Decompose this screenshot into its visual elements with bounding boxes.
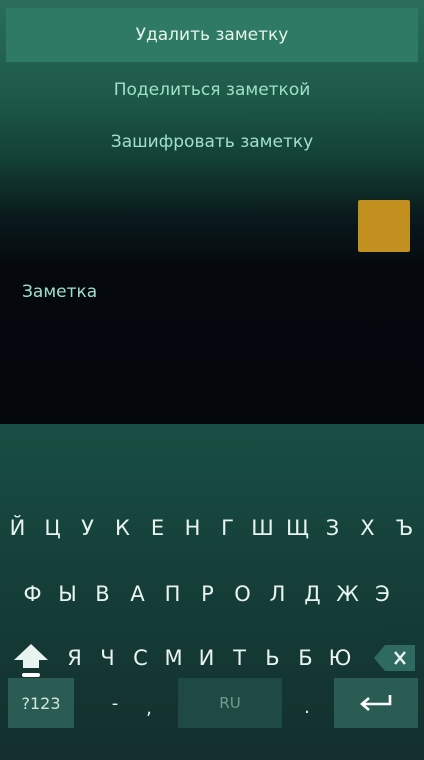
space-key[interactable]: RU bbox=[178, 678, 282, 728]
key[interactable]: Л bbox=[260, 566, 295, 622]
note-color-button[interactable] bbox=[358, 200, 410, 252]
period-key[interactable]: . bbox=[292, 678, 322, 728]
key[interactable]: Ы bbox=[50, 566, 85, 622]
key[interactable]: А bbox=[120, 566, 155, 622]
delete-note-menu-item[interactable]: Удалить заметку bbox=[6, 8, 418, 62]
key[interactable]: Р bbox=[190, 566, 225, 622]
key[interactable]: Й bbox=[0, 500, 35, 556]
symbols-key[interactable]: ?123 bbox=[8, 678, 74, 728]
share-note-menu-item[interactable]: Поделиться заметкой bbox=[0, 70, 424, 110]
key[interactable]: Щ bbox=[280, 500, 315, 556]
key[interactable]: Г bbox=[210, 500, 245, 556]
key[interactable]: У bbox=[70, 500, 105, 556]
note-text-field[interactable]: Заметка bbox=[22, 282, 97, 302]
keyboard-row-1: Й Ц У К Е Н Г Ш Щ З Х Ъ bbox=[0, 500, 424, 556]
key[interactable]: Д bbox=[295, 566, 330, 622]
key[interactable]: Х bbox=[350, 500, 385, 556]
enter-icon bbox=[360, 695, 392, 711]
dash-key[interactable]: - bbox=[100, 678, 130, 728]
delete-note-label: Удалить заметку bbox=[135, 25, 289, 45]
key[interactable]: Е bbox=[140, 500, 175, 556]
encrypt-note-label: Зашифровать заметку bbox=[110, 132, 314, 152]
share-note-label: Поделиться заметкой bbox=[113, 80, 311, 100]
key[interactable]: Э bbox=[365, 566, 400, 622]
keyboard-row-2: Ф Ы В А П Р О Л Д Ж Э bbox=[0, 566, 424, 622]
comma-key[interactable]: , bbox=[134, 678, 164, 728]
key[interactable]: П bbox=[155, 566, 190, 622]
enter-key[interactable] bbox=[334, 678, 418, 728]
keyboard-bottom-row: ?123 - , RU . bbox=[0, 678, 424, 760]
shift-icon bbox=[14, 644, 48, 677]
key[interactable]: Ъ bbox=[385, 500, 424, 556]
encrypt-note-menu-item[interactable]: Зашифровать заметку bbox=[0, 122, 424, 162]
key[interactable]: Н bbox=[175, 500, 210, 556]
key[interactable]: К bbox=[105, 500, 140, 556]
key[interactable]: Ш bbox=[245, 500, 280, 556]
key[interactable]: З bbox=[315, 500, 350, 556]
key[interactable]: Ф bbox=[15, 566, 50, 622]
backspace-icon bbox=[374, 645, 415, 671]
key[interactable]: Ц bbox=[35, 500, 70, 556]
key[interactable]: В bbox=[85, 566, 120, 622]
pulley-menu: Удалить заметку Поделиться заметкой Заши… bbox=[0, 0, 424, 270]
key[interactable]: О bbox=[225, 566, 260, 622]
key[interactable]: Ж bbox=[330, 566, 365, 622]
